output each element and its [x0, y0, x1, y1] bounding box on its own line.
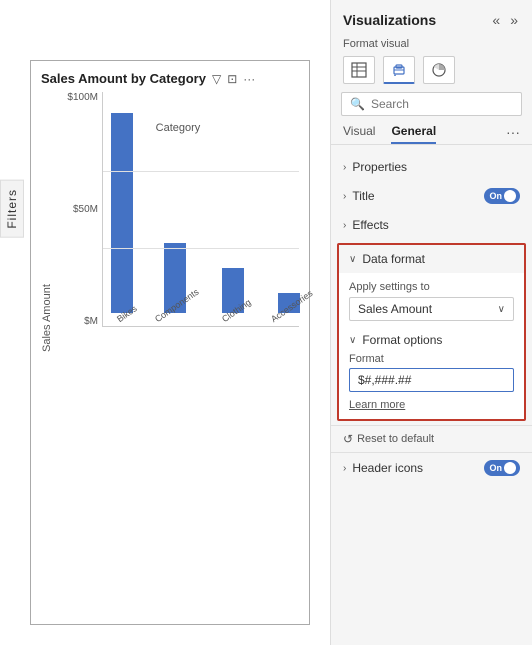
section-effects-label: Effects: [352, 218, 388, 232]
format-analytics-icon[interactable]: [423, 56, 455, 84]
y-axis-label: Sales Amount: [41, 92, 53, 352]
format-options-label: Format options: [362, 333, 442, 347]
reset-to-default-row[interactable]: ↺ Reset to default: [331, 425, 532, 452]
format-table-icon[interactable]: [343, 56, 375, 84]
chart-panel: Filters Sales Amount by Category ▽ ⊡ ···…: [0, 0, 330, 645]
search-box: 🔍: [341, 92, 522, 116]
expand-icon[interactable]: ⊡: [227, 72, 237, 86]
panel-title: Visualizations: [343, 12, 436, 28]
chevron-effects-icon: ›: [343, 220, 346, 231]
section-properties-label: Properties: [352, 160, 407, 174]
grid-line-top: [103, 171, 299, 172]
filter-icon[interactable]: ▽: [212, 72, 221, 86]
title-toggle-circle: [504, 190, 516, 202]
section-title-label: Title: [352, 189, 374, 203]
dropdown-selected-value: Sales Amount: [358, 302, 498, 316]
data-format-body: Apply settings to Sales Amount ∨ ∨ Forma…: [339, 273, 524, 419]
more-options-icon[interactable]: ···: [243, 72, 255, 86]
section-title[interactable]: › Title On: [331, 181, 532, 211]
bar-group-bikes: Bikes: [107, 113, 137, 326]
header-icons-toggle-label: On: [490, 463, 503, 473]
format-input[interactable]: [349, 368, 514, 392]
search-input[interactable]: [371, 97, 513, 111]
chevron-properties-icon: ›: [343, 162, 346, 173]
format-paint-icon[interactable]: [383, 56, 415, 84]
collapse-panel-button[interactable]: «: [490, 10, 502, 30]
y-axis-ticks: $100M $50M $M: [57, 92, 102, 327]
chevron-format-options-icon: ∨: [349, 335, 356, 346]
section-effects[interactable]: › Effects: [331, 211, 532, 239]
grid-line-mid: [103, 248, 299, 249]
bar-group-components: Components: [145, 243, 204, 326]
y-tick-50m: $50M: [57, 204, 102, 215]
panel-header: Visualizations « »: [331, 0, 532, 36]
right-panel: Visualizations « » Format visual: [330, 0, 532, 645]
chart-inner: $100M $50M $M Bikes Components: [57, 92, 299, 352]
expand-panel-button[interactable]: »: [508, 10, 520, 30]
header-icons-toggle-circle: [504, 462, 516, 474]
tab-general[interactable]: General: [391, 124, 436, 144]
panel-content: › Properties › Title On › Effects ∨ Data…: [331, 149, 532, 645]
section-header-icons[interactable]: › Header icons On: [331, 452, 532, 483]
data-format-section: ∨ Data format Apply settings to Sales Am…: [337, 243, 526, 421]
chart-title-row: Sales Amount by Category ▽ ⊡ ···: [41, 71, 299, 86]
data-format-label: Data format: [362, 252, 425, 266]
bar-group-accessories: Accessories: [261, 293, 318, 326]
chart-container: Sales Amount by Category ▽ ⊡ ··· Sales A…: [30, 60, 310, 625]
tab-more-button[interactable]: ···: [506, 124, 520, 144]
bar-group-clothing: Clothing: [212, 268, 253, 326]
title-toggle-label: On: [490, 191, 503, 201]
reset-icon: ↺: [343, 432, 353, 446]
format-options-header[interactable]: ∨ Format options: [349, 329, 514, 353]
search-icon: 🔍: [350, 97, 365, 111]
title-toggle[interactable]: On: [484, 188, 521, 204]
bar-bikes: [111, 113, 133, 313]
apply-settings-label: Apply settings to: [349, 281, 514, 293]
chevron-header-icons-icon: ›: [343, 463, 346, 474]
header-icons-toggle[interactable]: On: [484, 460, 521, 476]
y-tick-0m: $M: [57, 316, 102, 327]
chevron-title-icon: ›: [343, 191, 346, 202]
panel-header-icons: « »: [490, 10, 520, 30]
dropdown-arrow-icon: ∨: [498, 304, 505, 315]
section-properties[interactable]: › Properties: [331, 153, 532, 181]
nav-tabs: Visual General ···: [331, 124, 532, 145]
header-icons-label: Header icons: [352, 461, 423, 475]
format-label: Format: [349, 353, 514, 365]
format-tabs-row: [331, 56, 532, 92]
chevron-data-format-icon: ∨: [349, 254, 356, 265]
y-tick-100m: $100M: [57, 92, 102, 103]
filters-tab[interactable]: Filters: [0, 180, 24, 238]
chart-title: Sales Amount by Category: [41, 71, 206, 86]
bars-area: Bikes Components Clothing Accessories: [102, 92, 299, 327]
apply-settings-dropdown[interactable]: Sales Amount ∨: [349, 297, 514, 321]
format-visual-label: Format visual: [331, 36, 532, 56]
learn-more-link[interactable]: Learn more: [349, 399, 405, 411]
data-format-header[interactable]: ∨ Data format: [339, 245, 524, 273]
reset-label: Reset to default: [357, 433, 434, 445]
tab-visual[interactable]: Visual: [343, 124, 375, 144]
chart-area: Sales Amount $100M $50M $M Bikes: [41, 92, 299, 352]
